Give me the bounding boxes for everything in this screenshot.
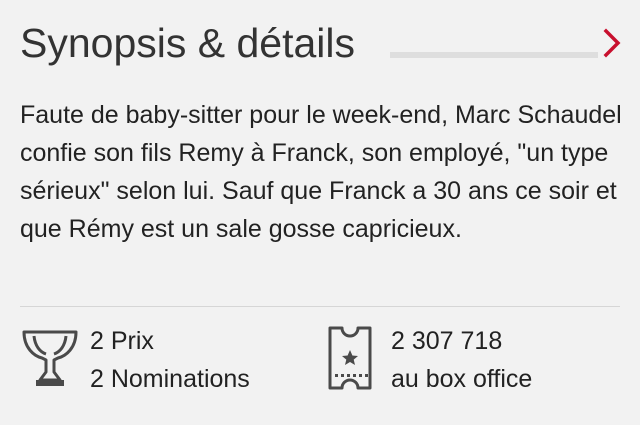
trophy-icon	[22, 330, 78, 386]
awards-stat: 2 Prix 2 Nominations	[20, 322, 310, 402]
section-header[interactable]: Synopsis & détails	[20, 14, 625, 74]
section-title: Synopsis & détails	[20, 20, 356, 66]
ticket-icon	[328, 326, 372, 390]
title-rule	[390, 52, 598, 58]
nominations-count: 2 Nominations	[90, 365, 250, 393]
box-office-label: au box office	[391, 365, 533, 393]
box-office-stat: 2 307 718 au box office	[326, 322, 616, 402]
divider	[20, 306, 620, 307]
prizes-count: 2 Prix	[90, 327, 154, 355]
box-office-count: 2 307 718	[391, 327, 503, 355]
synopsis-text: Faute de baby-sitter pour le week-end, M…	[20, 101, 622, 243]
chevron-right-icon[interactable]	[599, 23, 625, 63]
